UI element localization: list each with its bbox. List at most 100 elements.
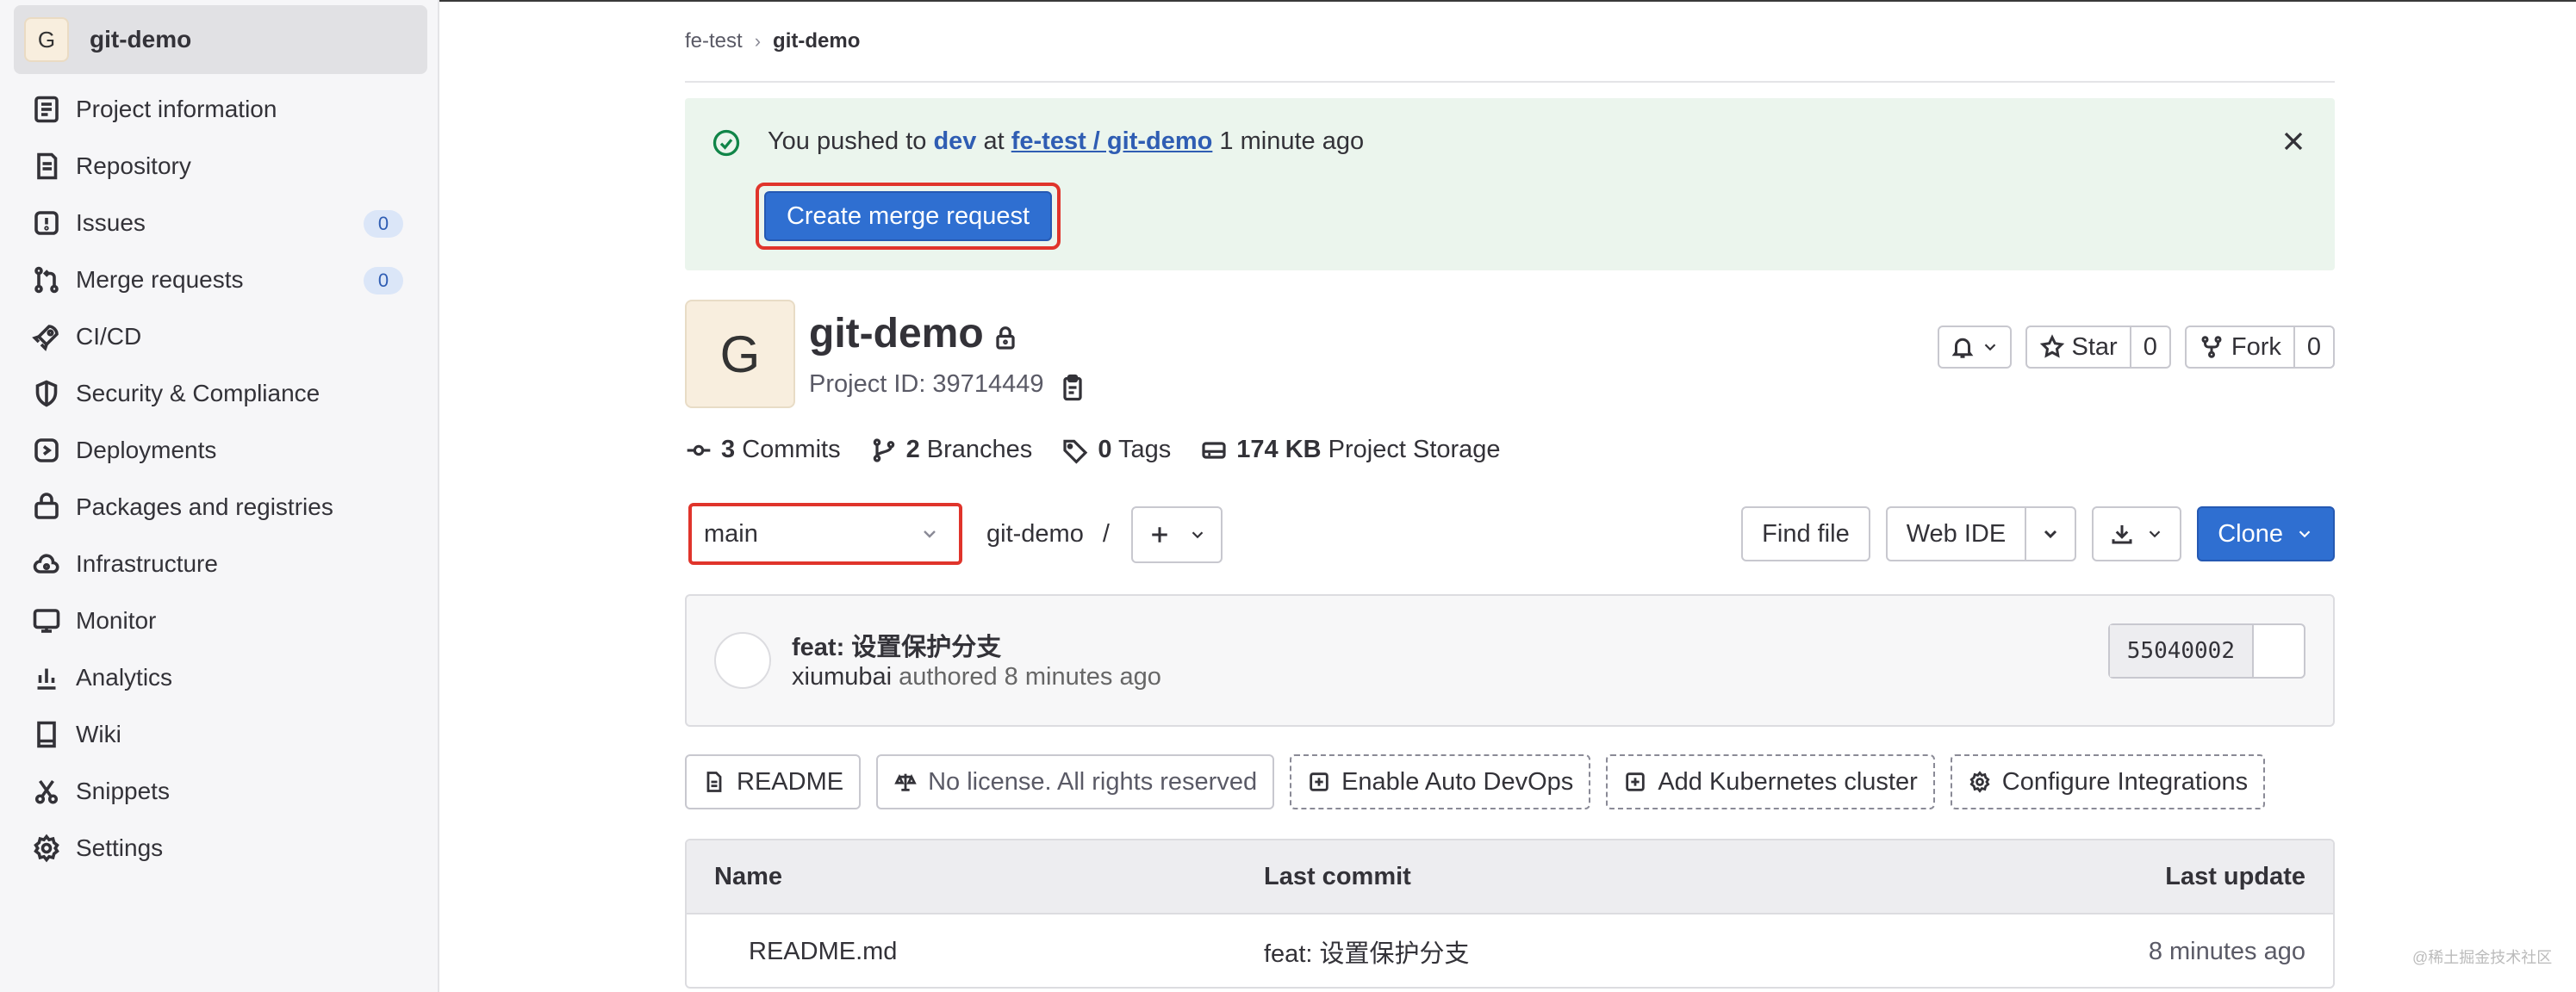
sidebar-project-header[interactable]: G git-demo [14,5,427,74]
storage-link[interactable]: 174 KB Project Storage [1200,436,1501,464]
alert-text-suffix: 1 minute ago [1212,127,1365,155]
sidebar-item-project-information[interactable]: Project information [0,81,439,138]
sidebar-item-wiki[interactable]: Wiki [0,706,439,763]
sidebar: G git-demo Project information Repositor… [0,0,439,992]
column-header-last-update: Last update [2165,862,2305,890]
last-commit-panel: feat: 设置保护分支 xiumubai authored 8 minutes… [685,594,2335,727]
download-dropdown[interactable] [2092,506,2182,561]
repo-path-link[interactable]: git-demo [986,520,1084,548]
sidebar-item-snippets[interactable]: Snippets [0,763,439,820]
plus-square-icon [1310,772,1328,791]
branches-link[interactable]: 2 Branches [870,436,1032,464]
copy-clipboard-icon[interactable] [1057,372,1088,403]
enable-auto-devops-button[interactable]: Enable Auto DevOps [1290,754,1591,809]
notification-dropdown[interactable] [1937,326,2012,369]
add-kubernetes-cluster-button[interactable]: Add Kubernetes cluster [1606,754,1935,809]
commit-sha[interactable]: 55040002 [2109,625,2252,677]
commit-icon [687,444,711,456]
sidebar-item-label: Wiki [76,721,121,747]
sidebar-item-ci-cd[interactable]: CI/CD [0,308,439,365]
fork-button[interactable]: Fork [2187,327,2293,367]
table-row: README.md feat: 设置保护分支 8 minutes ago [687,914,2333,987]
clone-button[interactable]: Clone [2197,506,2335,561]
chevron-down-icon [2149,530,2161,538]
file-last-commit-link[interactable]: feat: 设置保护分支 [1264,933,1470,970]
alert-repo-link[interactable]: fe-test / git-demo [1011,127,1213,155]
deployments-icon [34,438,59,462]
merge-request-icon [34,266,59,294]
plus-square-icon [1626,772,1646,791]
branches-count: 2 [905,436,920,463]
commit-meta: xiumubai authored 8 minutes ago [792,663,1161,691]
commit-sha-group: 55040002 [2107,623,2305,679]
sidebar-item-label: Merge requests [76,266,244,293]
create-merge-request-button[interactable]: Create merge request [764,191,1052,241]
copy-sha-button[interactable] [2252,625,2304,677]
gear-icon [1969,771,1990,793]
project-actions: Star 0 Fork 0 [1937,326,2335,369]
star-button[interactable]: Star [2027,327,2130,367]
star-icon [2039,334,2064,358]
readme-button[interactable]: README [685,754,862,809]
sidebar-item-analytics[interactable]: Analytics [0,649,439,706]
sidebar-item-security-compliance[interactable]: Security & Compliance [0,365,439,422]
breadcrumb-current[interactable]: git-demo [773,29,860,53]
tag-icon [1063,439,1088,464]
project-buttons: README No license. All rights reserved E… [685,754,2266,809]
branch-icon [873,437,894,462]
breadcrumb-separator: › [754,30,762,52]
web-ide-button-group: Web IDE [1885,506,2077,561]
tags-label: Tags [1118,436,1172,463]
chevron-down-icon [1192,531,1204,539]
sidebar-item-merge-requests[interactable]: Merge requests 0 [0,251,439,308]
commit-title-link[interactable]: feat: 设置保护分支 [792,627,1001,663]
repo-toolbar-actions: Find file Web IDE Clone [1741,506,2335,561]
plus-icon [1152,527,1167,542]
issues-count-badge: 0 [364,210,403,238]
push-alert-message: You pushed to dev at fe-test / git-demo … [768,127,1364,156]
file-tree-table: Name Last commit Last update README.md f… [685,839,2335,989]
sidebar-item-repository[interactable]: Repository [0,138,439,195]
sidebar-item-deployments[interactable]: Deployments [0,422,439,479]
commit-author-link[interactable]: xiumubai [792,663,892,691]
project-large-avatar: G [685,300,795,408]
sidebar-item-packages-registries[interactable]: Packages and registries [0,479,439,536]
sidebar-item-label: Settings [76,834,164,861]
sidebar-item-settings[interactable]: Settings [0,820,439,877]
commits-link[interactable]: 3 Commits [685,436,841,464]
sidebar-item-infrastructure[interactable]: Infrastructure [0,536,439,592]
close-icon[interactable] [2278,126,2309,157]
gear-icon [34,834,59,863]
fork-count[interactable]: 0 [2293,327,2333,367]
issues-icon [34,211,59,235]
sidebar-item-issues[interactable]: Issues 0 [0,195,439,251]
chart-icon [37,668,56,690]
commits-count: 3 [721,436,736,463]
add-to-tree-dropdown[interactable] [1131,506,1223,563]
repository-icon [37,152,58,180]
web-ide-dropdown[interactable] [2025,508,2075,560]
sidebar-item-label: Issues [76,209,146,236]
configure-integrations-label: Configure Integrations [2001,767,2249,796]
file-name-link[interactable]: README.md [749,938,897,966]
sidebar-item-label: CI/CD [76,323,142,350]
license-label: No license. All rights reserved [928,767,1258,796]
star-label: Star [2071,332,2118,361]
find-file-button[interactable]: Find file [1741,506,1870,561]
branch-selector[interactable]: main [695,510,955,558]
chevron-down-icon [1984,344,1995,351]
star-count[interactable]: 0 [2129,327,2169,367]
sidebar-item-monitor[interactable]: Monitor [0,592,439,649]
sidebar-project-name: git-demo [90,26,192,53]
breadcrumb-divider [685,81,2335,83]
alert-branch-link[interactable]: dev [933,127,976,155]
tags-link[interactable]: 0 Tags [1061,436,1171,464]
avatar[interactable] [714,632,771,689]
breadcrumb-parent-link[interactable]: fe-test [685,29,743,53]
alert-text-middle: at [976,127,1011,155]
sidebar-item-label: Security & Compliance [76,380,320,406]
license-button[interactable]: No license. All rights reserved [876,754,1275,809]
page-title: git-demo [809,311,984,356]
configure-integrations-button[interactable]: Configure Integrations [1950,754,2266,809]
web-ide-button[interactable]: Web IDE [1888,508,2025,560]
